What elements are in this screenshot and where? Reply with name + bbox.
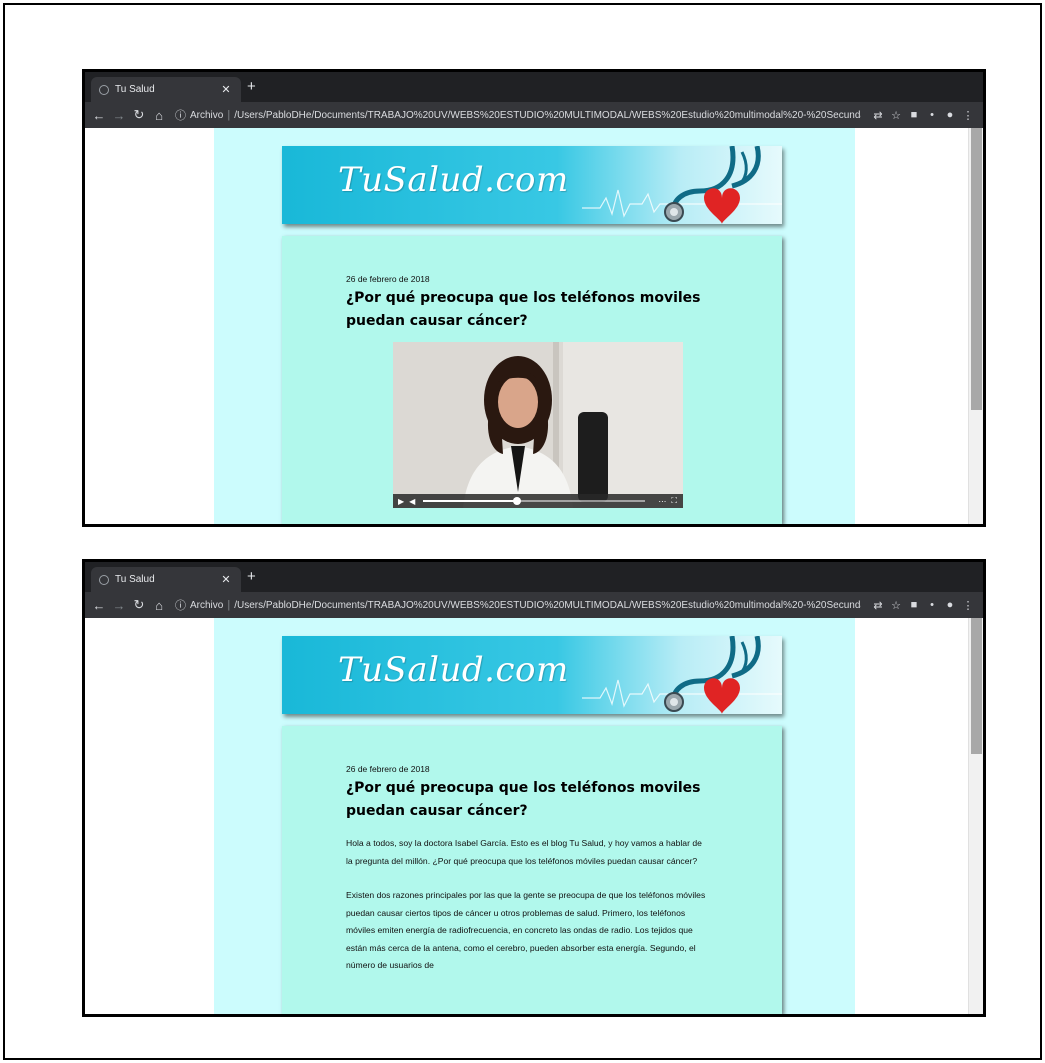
- video-player[interactable]: ▶ ◀ ⋯ ⛶: [393, 342, 683, 508]
- extension-icon[interactable]: ■: [905, 109, 923, 121]
- post-title: ¿Por qué preocupa que los teléfonos movi…: [346, 780, 701, 819]
- kebab-menu-icon[interactable]: ⋮: [959, 109, 977, 122]
- tab-close-icon[interactable]: ✕: [219, 573, 233, 586]
- forward-arrow-icon[interactable]: →: [109, 108, 129, 123]
- post-date: 26 de febrero de 2018: [346, 274, 430, 284]
- video-progress-fill: [423, 500, 517, 502]
- video-more-icon[interactable]: ⋯: [658, 497, 666, 506]
- url-separator: |: [227, 109, 231, 121]
- vertical-scrollbar[interactable]: [968, 618, 983, 1014]
- post-paragraph: Existen dos razones principales por las …: [346, 890, 706, 970]
- scrollbar-thumb[interactable]: [971, 618, 982, 754]
- tab-strip: Tu Salud ✕ +: [85, 562, 983, 592]
- page-favicon-icon: [99, 574, 109, 585]
- browser-toolbar: ← → ↻ ⌂ ⓘ Archivo | /Users/PabloDHe/Docu…: [85, 102, 983, 128]
- url-text: /Users/PabloDHe/Documents/TRABAJO%20UV/W…: [234, 599, 861, 611]
- bookmark-star-icon[interactable]: ☆: [887, 109, 905, 122]
- extension-icon[interactable]: ■: [905, 599, 923, 611]
- post-paragraph: Hola a todos, soy la doctora Isabel Garc…: [346, 838, 702, 866]
- fullscreen-icon[interactable]: ⛶: [671, 496, 677, 506]
- browser-screenshot-2: Tu Salud ✕ + ← → ↻ ⌂ ⓘ Archivo | /Users/…: [82, 559, 986, 1017]
- vertical-scrollbar[interactable]: [968, 128, 983, 524]
- post-date: 26 de febrero de 2018: [346, 764, 430, 774]
- stethoscope-heart-icon: [582, 146, 782, 224]
- account-icon[interactable]: ●: [941, 599, 959, 611]
- tab-title: Tu Salud: [115, 84, 155, 95]
- reload-icon[interactable]: ↻: [129, 597, 149, 613]
- browser-tab[interactable]: Tu Salud ✕: [91, 77, 241, 102]
- video-frame-doctor: [393, 342, 683, 508]
- info-icon[interactable]: ⓘ: [175, 107, 186, 123]
- stethoscope-heart-icon: [582, 636, 782, 714]
- page-viewport: TuSalud.com 26 de febrero de 2018 ¿Por q…: [85, 128, 983, 524]
- new-tab-icon[interactable]: +: [247, 569, 256, 585]
- browser-screenshot-1: Tu Salud ✕ + ← → ↻ ⌂ ⓘ Archivo | /Users/…: [82, 69, 986, 527]
- play-icon[interactable]: ▶: [398, 497, 404, 506]
- site-banner: TuSalud.com: [282, 636, 782, 714]
- tab-close-icon[interactable]: ✕: [219, 83, 233, 96]
- home-icon[interactable]: ⌂: [149, 108, 169, 123]
- site-banner: TuSalud.com: [282, 146, 782, 224]
- url-text: /Users/PabloDHe/Documents/TRABAJO%20UV/W…: [234, 109, 861, 121]
- extension-icon-2[interactable]: •: [923, 109, 941, 121]
- toolbar-icons: ⇄ ☆ ■ • ● ⋮: [869, 599, 977, 612]
- video-controls: ▶ ◀ ⋯ ⛶: [393, 494, 683, 508]
- url-separator: |: [227, 599, 231, 611]
- site-logo: TuSalud.com: [338, 650, 569, 690]
- post-title: ¿Por qué preocupa que los teléfonos movi…: [346, 290, 701, 329]
- figure-frame: Tu Salud ✕ + ← → ↻ ⌂ ⓘ Archivo | /Users/…: [3, 3, 1042, 1060]
- url-scheme-label: Archivo: [190, 599, 224, 611]
- translate-icon[interactable]: ⇄: [869, 599, 887, 612]
- site-logo: TuSalud.com: [338, 160, 569, 200]
- post-body: Hola a todos, soy la doctora Isabel Garc…: [346, 835, 706, 992]
- tab-title: Tu Salud: [115, 574, 155, 585]
- page-viewport: TuSalud.com 26 de febrero de 2018 ¿Por q…: [85, 618, 983, 1014]
- new-tab-icon[interactable]: +: [247, 79, 256, 95]
- article-card: 26 de febrero de 2018 ¿Por qué preocupa …: [282, 726, 782, 1014]
- forward-arrow-icon[interactable]: →: [109, 598, 129, 613]
- kebab-menu-icon[interactable]: ⋮: [959, 599, 977, 612]
- url-scheme-label: Archivo: [190, 109, 224, 121]
- article-card: 26 de febrero de 2018 ¿Por qué preocupa …: [282, 236, 782, 524]
- video-progress-handle[interactable]: [512, 497, 521, 505]
- translate-icon[interactable]: ⇄: [869, 109, 887, 122]
- volume-icon[interactable]: ◀: [409, 497, 415, 506]
- home-icon[interactable]: ⌂: [149, 598, 169, 613]
- browser-toolbar: ← → ↻ ⌂ ⓘ Archivo | /Users/PabloDHe/Docu…: [85, 592, 983, 618]
- browser-tab[interactable]: Tu Salud ✕: [91, 567, 241, 592]
- toolbar-icons: ⇄ ☆ ■ • ● ⋮: [869, 109, 977, 122]
- reload-icon[interactable]: ↻: [129, 107, 149, 123]
- account-icon[interactable]: ●: [941, 109, 959, 121]
- scrollbar-thumb[interactable]: [971, 128, 982, 410]
- back-arrow-icon[interactable]: ←: [89, 598, 109, 613]
- page-favicon-icon: [99, 84, 109, 95]
- address-bar[interactable]: ⓘ Archivo | /Users/PabloDHe/Documents/TR…: [175, 595, 861, 615]
- back-arrow-icon[interactable]: ←: [89, 108, 109, 123]
- info-icon[interactable]: ⓘ: [175, 597, 186, 613]
- address-bar[interactable]: ⓘ Archivo | /Users/PabloDHe/Documents/TR…: [175, 105, 861, 125]
- tab-strip: Tu Salud ✕ +: [85, 72, 983, 102]
- video-progress-bar[interactable]: [423, 497, 646, 505]
- bookmark-star-icon[interactable]: ☆: [887, 599, 905, 612]
- extension-icon-2[interactable]: •: [923, 599, 941, 611]
